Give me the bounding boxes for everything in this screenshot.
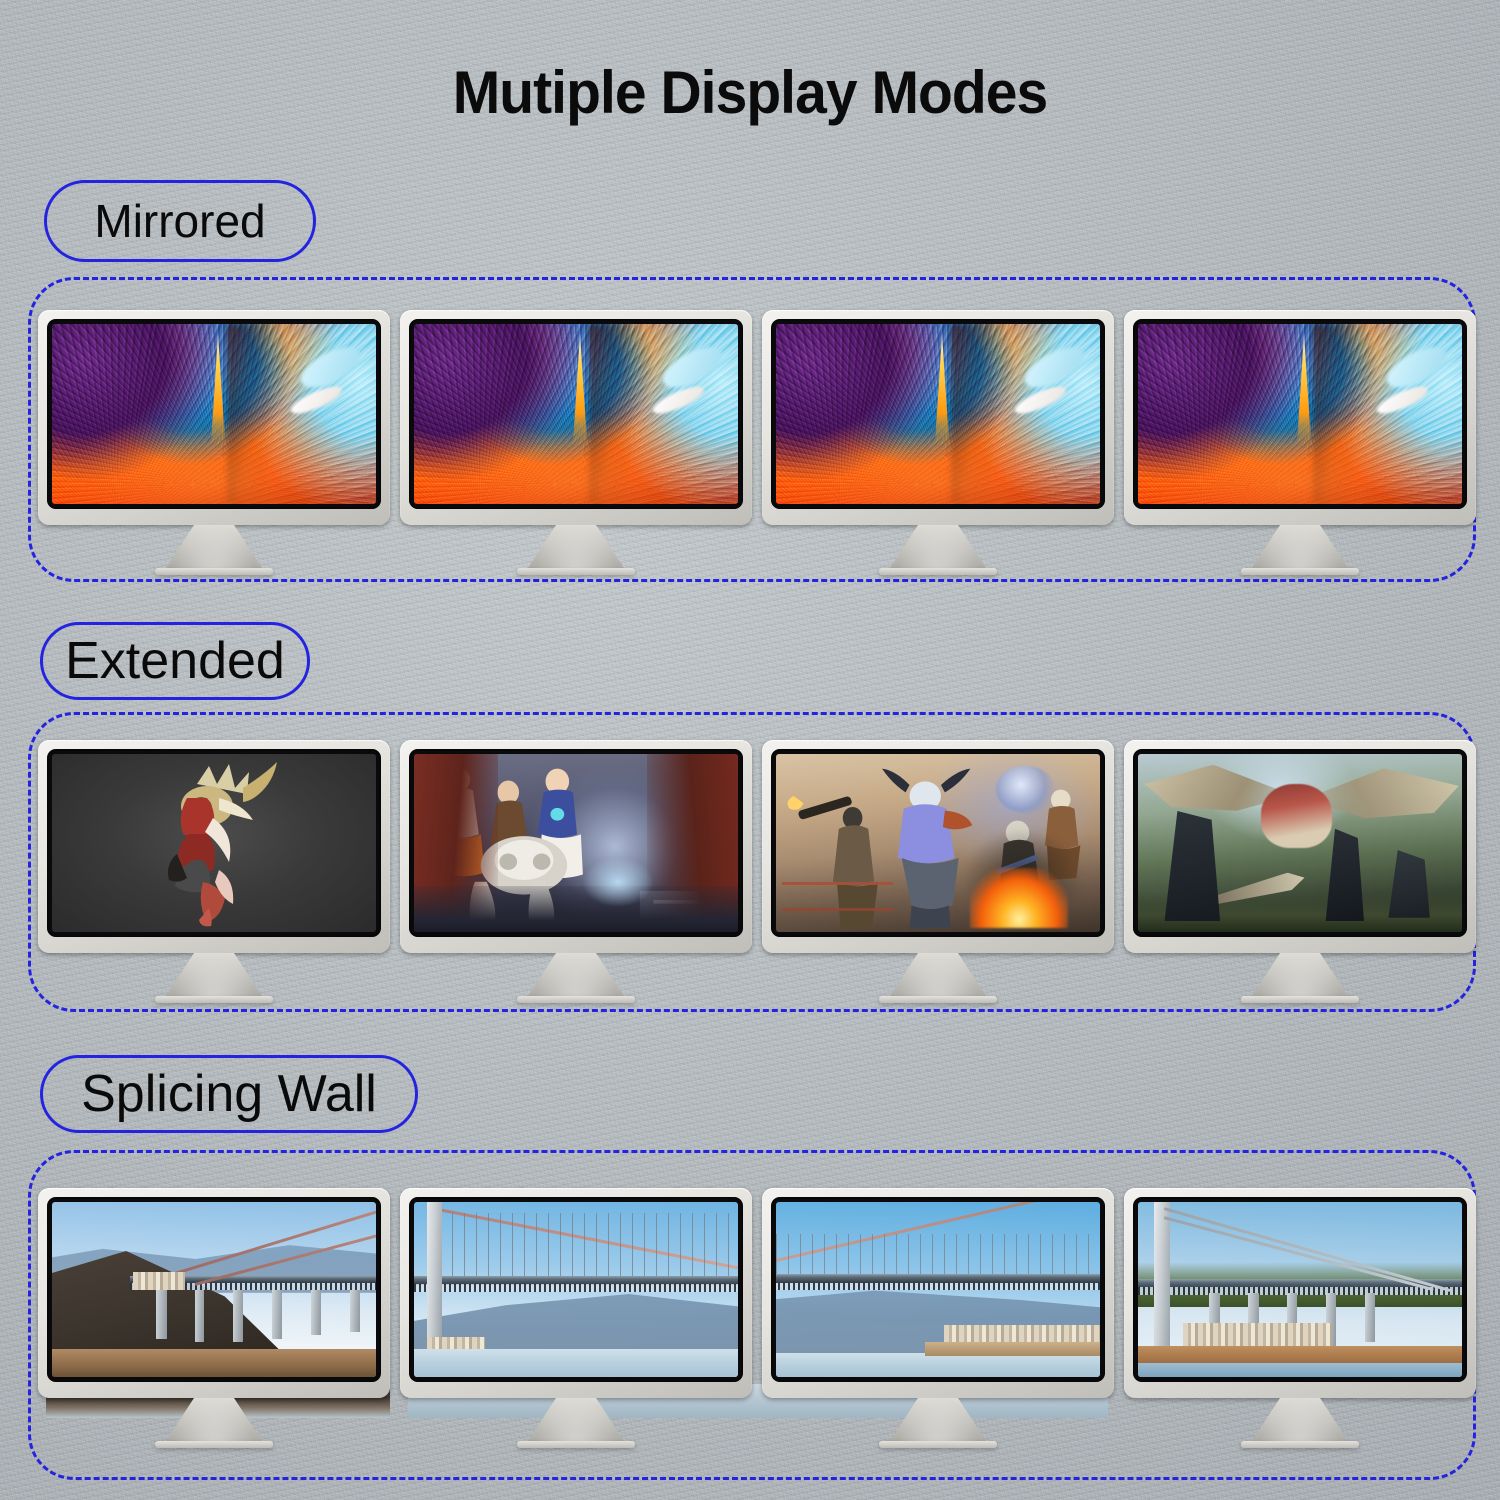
monitor-bezel [762, 740, 1114, 953]
monitor-extended-4 [1124, 740, 1476, 1003]
page-title: Mutiple Display Modes [452, 59, 1048, 126]
section-label-text: Extended [65, 632, 285, 690]
monitor-screen [414, 754, 738, 932]
monitor-inner-frame [771, 749, 1105, 937]
monitor-extended-1 [38, 740, 390, 1003]
screen-art-abstract-swirl-wallpaper [52, 324, 376, 504]
screen-art-armored-hunter-character [52, 754, 376, 932]
screen-art-bridge-panorama-slice-2 [414, 1202, 738, 1377]
monitor-screen [776, 324, 1100, 504]
monitor-inner-frame [409, 1197, 743, 1382]
section-label-splicing-wall: Splicing Wall [40, 1055, 418, 1133]
section-label-extended: Extended [40, 622, 310, 700]
monitor-mirrored-1 [38, 310, 390, 575]
monitor-foot [1241, 568, 1359, 575]
infographic-canvas: Mutiple Display Modes Mirrored Extended … [0, 0, 1500, 1500]
screen-art-bridge-panorama-slice-3 [776, 1202, 1100, 1377]
screen-art-abstract-swirl-wallpaper [1138, 324, 1462, 504]
monitor-inner-frame [1133, 749, 1467, 937]
screen-art-abstract-swirl-wallpaper [414, 324, 738, 504]
section-label-mirrored: Mirrored [44, 180, 316, 262]
monitor-screen [414, 324, 738, 504]
monitor-inner-frame [771, 1197, 1105, 1382]
monitor-splice-4 [1124, 1188, 1476, 1448]
monitor-foot [517, 1441, 635, 1448]
monitor-screen [52, 1202, 376, 1377]
monitor-mirrored-2 [400, 310, 752, 575]
screen-art-abstract-swirl-wallpaper [776, 324, 1100, 504]
monitor-foot [1241, 996, 1359, 1003]
screen-art-hero-shooter-squad [414, 754, 738, 932]
monitor-bezel [1124, 740, 1476, 953]
screen-art-sci-fi-battle-scene [776, 754, 1100, 932]
monitor-extended-2 [400, 740, 752, 1003]
monitor-bezel [400, 1188, 752, 1398]
monitor-screen [52, 324, 376, 504]
monitor-bezel [38, 310, 390, 525]
monitor-inner-frame [47, 1197, 381, 1382]
monitor-foot [879, 568, 997, 575]
monitor-splice-2 [400, 1188, 752, 1448]
monitor-foot [155, 568, 273, 575]
section-label-text: Splicing Wall [81, 1065, 377, 1123]
monitor-extended-3 [762, 740, 1114, 1003]
monitor-screen [776, 754, 1100, 932]
monitor-foot [155, 996, 273, 1003]
monitor-screen [776, 1202, 1100, 1377]
monitor-foot [879, 996, 997, 1003]
monitor-inner-frame [47, 749, 381, 937]
monitor-bezel [762, 1188, 1114, 1398]
monitor-foot [517, 568, 635, 575]
monitor-foot [879, 1441, 997, 1448]
monitor-inner-frame [1133, 319, 1467, 509]
monitor-screen [1138, 754, 1462, 932]
monitor-bezel [762, 310, 1114, 525]
screen-art-bridge-panorama-slice-4 [1138, 1202, 1462, 1377]
monitor-bezel [38, 1188, 390, 1398]
monitor-screen [414, 1202, 738, 1377]
monitor-inner-frame [409, 749, 743, 937]
monitor-mirrored-4 [1124, 310, 1476, 575]
monitor-splice-3 [762, 1188, 1114, 1448]
monitor-inner-frame [771, 319, 1105, 509]
monitor-bezel [1124, 310, 1476, 525]
armored-character-illustration [168, 762, 277, 927]
monitor-splice-1 [38, 1188, 390, 1448]
monitor-inner-frame [47, 319, 381, 509]
monitor-foot [155, 1441, 273, 1448]
monitor-screen [52, 754, 376, 932]
section-label-text: Mirrored [94, 195, 266, 247]
monitor-bezel [400, 310, 752, 525]
monitor-bezel [400, 740, 752, 953]
monitor-screen [1138, 1202, 1462, 1377]
monitor-mirrored-3 [762, 310, 1114, 575]
monitor-bezel [1124, 1188, 1476, 1398]
screen-art-bridge-panorama-slice-1 [52, 1202, 376, 1377]
monitor-foot [517, 996, 635, 1003]
monitor-bezel [38, 740, 390, 953]
monitor-screen [1138, 324, 1462, 504]
monitor-inner-frame [409, 319, 743, 509]
screen-art-dragon-hunt-scene [1138, 754, 1462, 932]
monitor-foot [1241, 1441, 1359, 1448]
monitor-inner-frame [1133, 1197, 1467, 1382]
